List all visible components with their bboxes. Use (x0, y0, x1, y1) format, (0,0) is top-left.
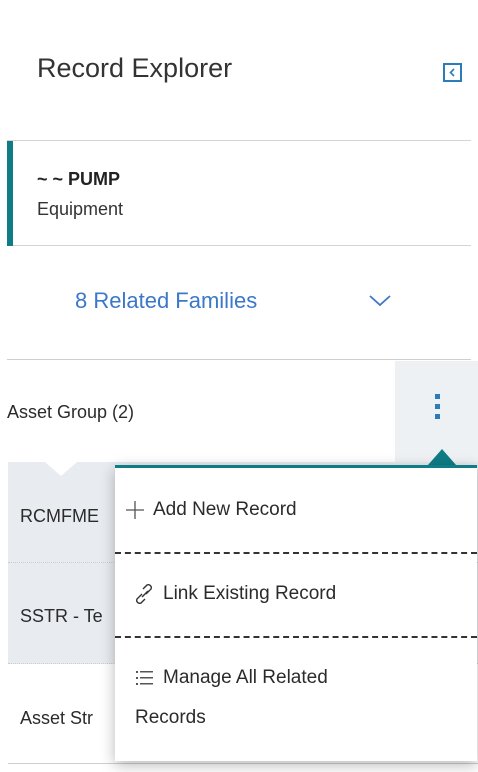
related-families-toggle[interactable]: 8 Related Families (7, 246, 471, 360)
record-accent-bar (7, 141, 13, 246)
kebab-menu-icon[interactable] (432, 394, 442, 430)
menu-divider (115, 552, 477, 554)
chevron-left-icon (449, 68, 455, 77)
current-record-card[interactable]: ~ ~ PUMP Equipment (7, 140, 471, 246)
manage-all-related-label-line2: Records (135, 707, 206, 728)
list-item-label: RCMFME (20, 506, 99, 526)
asset-group-row[interactable]: Asset Group (2) (0, 361, 478, 462)
plus-icon (126, 501, 144, 519)
record-name: ~ ~ PUMP (37, 169, 121, 189)
row-pointer-notch (45, 462, 77, 476)
manage-all-related-records-menu-item[interactable]: Manage All Related Records (115, 661, 477, 735)
add-new-record-label: Add New Record (153, 499, 297, 520)
header: Record Explorer (0, 0, 478, 138)
page-title: Record Explorer (37, 53, 233, 83)
list-item-label: Asset Str (20, 708, 94, 728)
related-families-label: 8 Related Families (75, 288, 258, 313)
collapse-panel-button[interactable] (443, 63, 462, 82)
menu-divider (115, 636, 477, 638)
chevron-down-icon (369, 295, 391, 307)
link-existing-record-label: Link Existing Record (163, 583, 337, 604)
add-new-record-menu-item[interactable]: Add New Record (115, 493, 477, 527)
list-item-label: SSTR - Te (20, 606, 103, 626)
link-existing-record-menu-item[interactable]: Link Existing Record (115, 577, 477, 611)
list-icon (136, 671, 153, 685)
link-icon (136, 584, 152, 604)
popup-arrow (428, 449, 456, 465)
record-type: Equipment (37, 199, 124, 219)
asset-group-label: Asset Group (2) (7, 402, 135, 422)
manage-all-related-label-line1: Manage All Related (163, 667, 328, 688)
actions-popup-menu: Add New Record Link Existing Record Mana… (115, 465, 477, 761)
